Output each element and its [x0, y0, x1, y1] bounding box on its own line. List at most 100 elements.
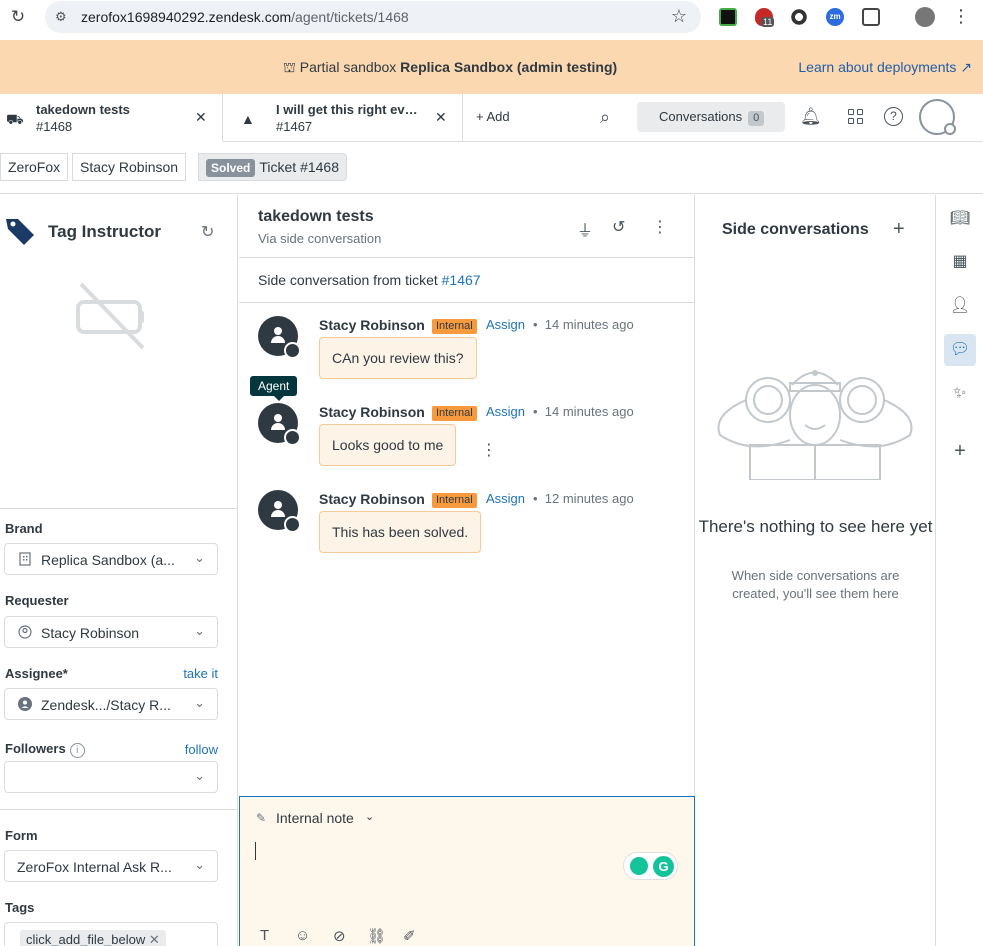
breadcrumb-org[interactable]: ZeroFox	[0, 153, 69, 181]
agent-avatar[interactable]	[258, 403, 301, 446]
browser-profile-avatar[interactable]	[915, 7, 935, 27]
agent-avatar[interactable]	[258, 490, 301, 533]
breadcrumb-ticket[interactable]: Solved Ticket #1468	[198, 153, 347, 181]
add-side-conversation-button[interactable]: +	[893, 218, 905, 241]
close-tab-icon[interactable]: ✕	[195, 109, 207, 126]
follow-link[interactable]: follow	[185, 742, 218, 757]
message-author[interactable]: Stacy Robinson	[319, 317, 425, 333]
user-avatar[interactable]	[919, 99, 956, 135]
conversation-title: takedown tests	[258, 208, 374, 225]
ticket-tab-icon: ⛟	[6, 111, 24, 127]
requester-label: Requester	[5, 593, 69, 608]
sandbox-banner-text: ⛫ Partial sandbox Replica Sandbox (admin…	[283, 59, 618, 75]
status-badge: Solved	[206, 159, 256, 177]
reload-icon[interactable]: ↻	[8, 7, 28, 27]
extension-icon[interactable]	[719, 8, 737, 26]
filter-icon[interactable]: ⏚	[577, 217, 593, 241]
message-body: Looks good to me	[319, 424, 457, 466]
form-label: Form	[5, 828, 38, 843]
tab-ticket-1468[interactable]: ⛟ takedown tests #1468 ✕	[0, 94, 223, 142]
take-it-link[interactable]: take it	[183, 666, 218, 681]
extension-gear-icon[interactable]	[790, 8, 808, 26]
message-author[interactable]: Stacy Robinson	[319, 491, 425, 507]
site-info-icon[interactable]: ⚙	[55, 9, 71, 25]
chevron-down-icon: ⌄	[194, 623, 205, 638]
composer[interactable]: ✎ Internal note ⌄ G T ☺ ⊘ ⛓ ✐	[239, 796, 695, 946]
product-tray-icon[interactable]	[848, 109, 864, 125]
chevron-down-icon: ⌄	[194, 695, 205, 710]
grammarly-lightbulb-icon[interactable]	[630, 857, 648, 875]
learn-deployments-link[interactable]: Learn about deployments ↗	[798, 59, 972, 76]
agent-tooltip: Agent	[250, 376, 298, 401]
chevron-down-icon[interactable]: ⌄	[365, 810, 374, 823]
notifications-bell-icon[interactable]: 🔔︎	[800, 107, 822, 127]
chevron-down-icon: ⌄	[194, 768, 205, 783]
conversation-subtitle: Via side conversation	[258, 231, 382, 246]
add-app-icon[interactable]: +	[944, 435, 976, 467]
tag-icon	[6, 219, 34, 245]
refresh-icon[interactable]: ↻	[201, 222, 214, 242]
message-author[interactable]: Stacy Robinson	[319, 404, 425, 420]
grammarly-widget[interactable]: G	[623, 852, 678, 880]
message-time: • 14 minutes ago	[533, 317, 634, 332]
extensions-puzzle-icon[interactable]	[862, 8, 880, 26]
source-ticket-link[interactable]: #1467	[442, 272, 481, 288]
message-time: • 12 minutes ago	[533, 491, 634, 506]
breadcrumb: ZeroFox Stacy Robinson Solved Ticket #146…	[0, 142, 983, 194]
assign-link[interactable]: Assign	[486, 491, 525, 506]
extension-shield-icon[interactable]: 11	[755, 8, 775, 27]
link-icon[interactable]: ⛓	[367, 927, 386, 945]
search-icon[interactable]: ⌕	[600, 107, 610, 128]
grammarly-icon[interactable]: G	[653, 856, 674, 877]
divider	[0, 809, 238, 810]
help-icon[interactable]: ?	[884, 107, 903, 126]
assign-link[interactable]: Assign	[486, 404, 525, 419]
close-tab-icon[interactable]: ✕	[435, 109, 447, 126]
extension-zm-icon[interactable]: zm	[826, 8, 844, 26]
internal-badge: Internal	[432, 406, 477, 421]
message-body: This has been solved.	[319, 511, 482, 553]
add-tab-button[interactable]: + Add	[476, 109, 510, 124]
form-select[interactable]: ZeroFox Internal Ask R... ⌄	[4, 850, 218, 882]
assign-link[interactable]: Assign	[486, 317, 525, 332]
tag-chip[interactable]: click_add_file_below ✕	[20, 930, 166, 946]
text-format-icon[interactable]: T	[260, 927, 269, 944]
assignee-select[interactable]: Zendesk.../Stacy R... ⌄	[4, 688, 218, 720]
apps-grid-icon[interactable]: ▦	[944, 246, 976, 278]
followers-label: Followers i	[5, 741, 85, 758]
message-options-icon[interactable]: ⋮	[481, 440, 497, 460]
breadcrumb-requester[interactable]: Stacy Robinson	[72, 153, 187, 181]
sandbox-banner: ⛫ Partial sandbox Replica Sandbox (admin…	[0, 40, 983, 94]
requester-select[interactable]: Stacy Robinson ⌄	[4, 616, 218, 648]
info-icon[interactable]: i	[69, 743, 85, 758]
ai-magic-icon[interactable]: ✐	[403, 927, 416, 945]
more-options-icon[interactable]: ⋮	[652, 217, 668, 237]
conversations-button[interactable]: Conversations 0	[637, 102, 785, 132]
tab-title: takedown tests	[36, 102, 130, 117]
intelligence-wand-icon[interactable]: ✨︎	[944, 378, 976, 410]
external-link-icon: ↗	[960, 59, 972, 75]
chevron-down-icon: ⌄	[194, 857, 205, 872]
emoji-icon[interactable]: ☺	[295, 927, 310, 944]
tab-number: #1467	[276, 119, 313, 134]
empty-state-description: When side conversations are created, you…	[731, 568, 900, 601]
attachment-icon[interactable]: ⊘	[333, 927, 346, 945]
brand-select[interactable]: Replica Sandbox (a... ⌄	[4, 543, 218, 575]
url-text[interactable]: zerofox1698940292.zendesk.com/agent/tick…	[81, 9, 409, 25]
remove-tag-icon[interactable]: ✕	[149, 932, 160, 946]
address-bar[interactable]: ⚙ zerofox1698940292.zendesk.com/agent/ti…	[45, 1, 701, 33]
bookmark-star-icon[interactable]: ☆	[671, 6, 687, 27]
side-conversations-pane: Side conversations + There's nothing to …	[696, 195, 935, 946]
customer-context-icon[interactable]: 👤︎	[944, 290, 976, 322]
knowledge-book-icon[interactable]: 📖︎	[944, 203, 976, 235]
tab-ticket-1467[interactable]: ▲ I will get this right eve... #1467 ✕	[223, 94, 463, 142]
history-icon[interactable]: ↺	[612, 217, 625, 237]
browser-menu-icon[interactable]: ⋮	[952, 6, 970, 27]
composer-mode-select[interactable]: Internal note	[276, 810, 354, 826]
side-conversations-icon[interactable]: 💬︎	[944, 334, 976, 366]
agent-avatar-icon	[18, 697, 32, 711]
headset-icon	[284, 429, 301, 446]
followers-select[interactable]: ⌄	[4, 761, 218, 793]
agent-avatar[interactable]	[258, 316, 301, 359]
headset-icon	[284, 516, 301, 533]
